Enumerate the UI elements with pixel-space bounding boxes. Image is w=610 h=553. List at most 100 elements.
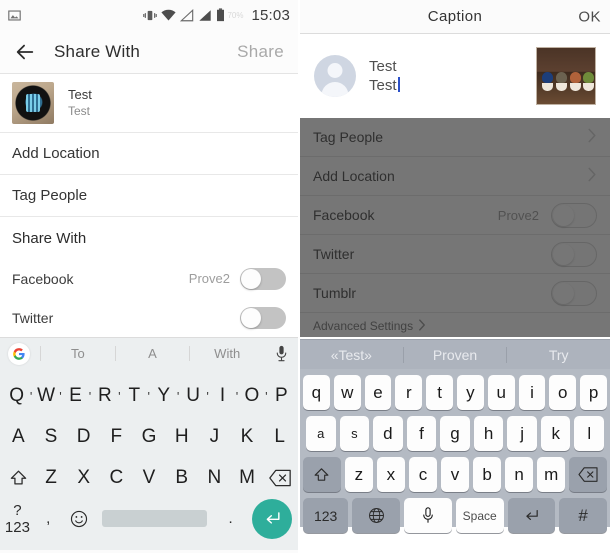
suggestion-2[interactable]: With xyxy=(189,346,264,361)
ios-key-q[interactable]: q xyxy=(303,375,330,410)
ios-microphone-icon[interactable] xyxy=(404,498,452,533)
backspace-icon[interactable] xyxy=(263,469,296,487)
suggestion-1[interactable]: A xyxy=(114,346,190,361)
ios-key-y[interactable]: y xyxy=(457,375,484,410)
key-x[interactable]: X xyxy=(67,467,100,489)
ios-hash-key[interactable]: # xyxy=(559,498,608,533)
google-g-icon[interactable] xyxy=(8,342,30,365)
ios-key-r[interactable]: r xyxy=(395,375,423,410)
row-tag-people[interactable]: Tag People xyxy=(0,175,298,217)
ios-key-w[interactable]: w xyxy=(333,375,361,410)
ios-key-l[interactable]: l xyxy=(574,416,605,451)
comma-key[interactable]: , xyxy=(33,510,64,527)
ios-key-c[interactable]: c xyxy=(408,457,437,492)
ios-key-n[interactable]: n xyxy=(505,457,534,492)
key-c[interactable]: C xyxy=(100,467,133,489)
shift-icon[interactable] xyxy=(2,468,35,487)
toggle-row-facebook[interactable]: Facebook Prove2 xyxy=(0,259,298,298)
key-n[interactable]: N xyxy=(198,467,231,489)
key-e[interactable]: E xyxy=(61,385,91,407)
toggle-row-twitter[interactable]: Twitter xyxy=(0,298,298,337)
ios-key-f[interactable]: f xyxy=(406,416,437,451)
ios-row-tag-people[interactable]: Tag People xyxy=(300,118,610,157)
key-l[interactable]: L xyxy=(263,426,296,448)
ios-key-p[interactable]: p xyxy=(580,375,607,410)
ios-key-j[interactable]: j xyxy=(507,416,537,451)
key-g[interactable]: G xyxy=(133,426,166,448)
period-key[interactable]: . xyxy=(215,510,246,527)
ios-toggle-row-twitter[interactable]: Twitter xyxy=(300,235,610,274)
ios-key-o[interactable]: o xyxy=(549,375,577,410)
ios-toggle-row-facebook[interactable]: Facebook Prove2 xyxy=(300,196,610,235)
key-p[interactable]: P xyxy=(267,385,296,407)
post-preview-row[interactable]: Test Test xyxy=(0,74,298,133)
ios-toggle-row-tumblr[interactable]: Tumblr xyxy=(300,274,610,313)
key-z[interactable]: Z xyxy=(35,467,68,489)
ios-suggestion-1[interactable]: Proven xyxy=(402,346,507,363)
key-d[interactable]: D xyxy=(67,426,100,448)
key-k[interactable]: K xyxy=(231,426,264,448)
ios-key-e[interactable]: e xyxy=(364,375,392,410)
ios-key-a[interactable]: a xyxy=(305,416,336,451)
ios-row-add-location[interactable]: Add Location xyxy=(300,157,610,196)
numbers-key[interactable]: ?123 xyxy=(2,502,33,536)
ios-key-v[interactable]: v xyxy=(440,457,470,492)
ios-facebook-toggle[interactable] xyxy=(551,202,597,228)
ios-tumblr-toggle[interactable] xyxy=(551,280,597,306)
key-v[interactable]: V xyxy=(133,467,166,489)
key-t[interactable]: T xyxy=(120,385,150,407)
default-avatar-icon[interactable] xyxy=(314,55,356,97)
microphone-icon[interactable] xyxy=(264,345,298,362)
ok-button[interactable]: OK xyxy=(578,8,601,25)
ios-suggestion-0[interactable]: «Test» xyxy=(300,347,403,363)
ios-key-z[interactable]: z xyxy=(344,457,373,492)
key-j[interactable]: J xyxy=(198,426,231,448)
ios-space-key[interactable]: Space xyxy=(455,498,504,533)
key-s[interactable]: S xyxy=(35,426,68,448)
key-y[interactable]: Y xyxy=(149,385,179,407)
emoji-icon[interactable] xyxy=(64,510,95,528)
photo-thumbnail[interactable] xyxy=(536,47,596,105)
advanced-settings-row[interactable]: Advanced Settings xyxy=(300,313,610,339)
globe-icon[interactable] xyxy=(352,498,401,533)
key-i[interactable]: I xyxy=(208,385,239,407)
row-add-location[interactable]: Add Location xyxy=(0,133,298,175)
keyboard-row-3: Z X C V B N M xyxy=(2,457,296,498)
space-key[interactable] xyxy=(102,510,208,527)
share-button[interactable]: Share xyxy=(237,42,284,62)
key-o[interactable]: O xyxy=(237,385,269,407)
suggestion-0[interactable]: To xyxy=(40,346,115,361)
ios-key-g[interactable]: g xyxy=(440,416,470,451)
key-f[interactable]: F xyxy=(100,426,133,448)
ios-suggestion-2[interactable]: Try xyxy=(506,346,610,363)
key-h[interactable]: H xyxy=(165,426,198,448)
key-q[interactable]: Q xyxy=(2,385,33,407)
ios-key-u[interactable]: u xyxy=(487,375,515,410)
ios-key-i[interactable]: i xyxy=(518,375,546,410)
facebook-toggle[interactable] xyxy=(240,267,286,290)
ios-key-h[interactable]: h xyxy=(473,416,504,451)
ios-key-b[interactable]: b xyxy=(473,457,502,492)
enter-icon[interactable] xyxy=(252,498,292,539)
return-icon[interactable] xyxy=(507,498,556,533)
key-r[interactable]: R xyxy=(90,385,121,407)
key-m[interactable]: M xyxy=(231,467,264,489)
ios-shift-icon[interactable] xyxy=(302,457,341,492)
key-u[interactable]: U xyxy=(178,385,209,407)
key-b[interactable]: B xyxy=(165,467,198,489)
ios-key-t[interactable]: t xyxy=(426,375,453,410)
key-a[interactable]: A xyxy=(2,426,35,448)
ios-backspace-icon[interactable] xyxy=(569,457,608,492)
ios-key-s[interactable]: s xyxy=(339,416,370,451)
ios-key-x[interactable]: x xyxy=(376,457,405,492)
key-w[interactable]: W xyxy=(31,385,62,407)
ios-key-k[interactable]: k xyxy=(540,416,571,451)
ios-key-m[interactable]: m xyxy=(537,457,566,492)
post-thumbnail[interactable] xyxy=(12,82,54,124)
ios-key-d[interactable]: d xyxy=(373,416,403,451)
twitter-toggle[interactable] xyxy=(240,306,286,329)
ios-twitter-toggle[interactable] xyxy=(551,241,597,267)
caption-text[interactable]: Test Test xyxy=(369,57,400,95)
back-arrow-icon[interactable] xyxy=(14,41,36,63)
ios-numbers-key[interactable]: 123 xyxy=(303,498,349,533)
